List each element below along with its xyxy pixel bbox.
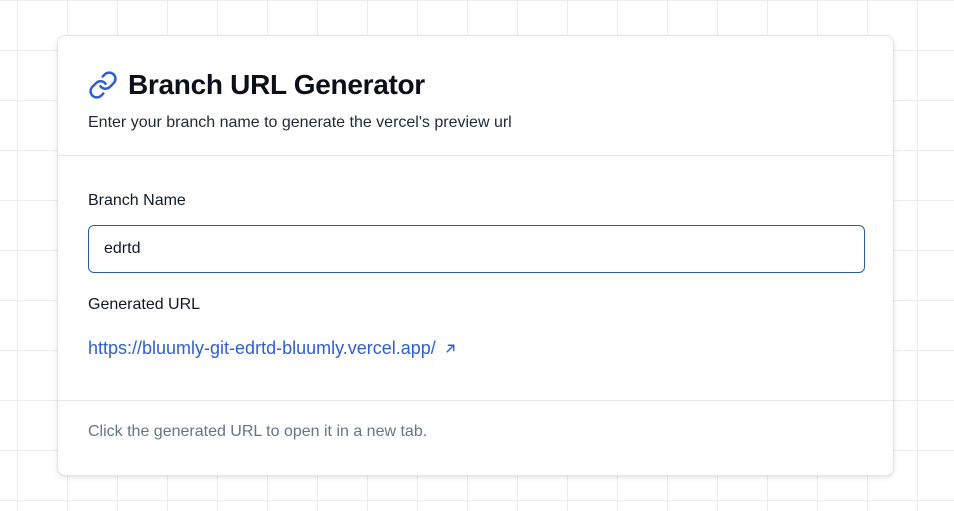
generated-url-label: Generated URL: [88, 296, 201, 313]
card-body: Branch Name Generated URL https://bluuml…: [58, 156, 893, 401]
card-footer-hint: Click the generated URL to open it in a …: [88, 423, 428, 440]
page-subtitle: Enter your branch name to generate the v…: [88, 114, 512, 131]
title-row: Branch URL Generator: [88, 68, 863, 102]
external-link-icon[interactable]: [444, 342, 458, 356]
card-header: Branch URL Generator Enter your branch n…: [58, 36, 893, 156]
branch-name-label: Branch Name: [88, 192, 186, 209]
link-icon: [88, 70, 118, 100]
generated-url-row: https://bluumly-git-edrtd-bluumly.vercel…: [88, 338, 863, 359]
branch-name-input[interactable]: [88, 225, 865, 273]
generated-url-link[interactable]: https://bluumly-git-edrtd-bluumly.vercel…: [88, 338, 436, 359]
url-generator-card: Branch URL Generator Enter your branch n…: [57, 35, 894, 476]
page-title: Branch URL Generator: [128, 69, 425, 100]
